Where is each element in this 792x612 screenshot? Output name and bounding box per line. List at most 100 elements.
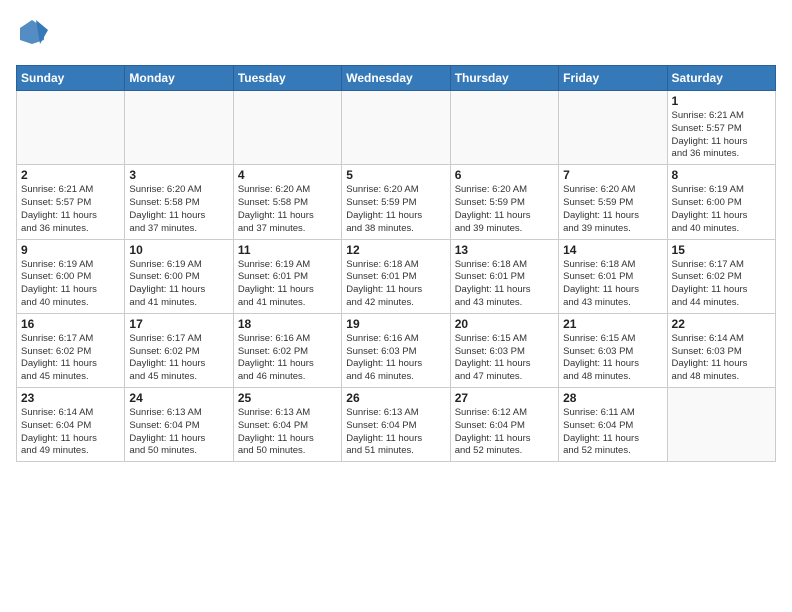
calendar-cell: 27 Sunrise: 6:12 AM Sunset: 6:04 PM Dayli… bbox=[450, 388, 558, 462]
calendar-header-friday: Friday bbox=[559, 66, 667, 91]
logo-icon bbox=[16, 16, 48, 53]
day-number: 27 bbox=[455, 391, 554, 405]
day-number: 19 bbox=[346, 317, 445, 331]
calendar-cell bbox=[125, 91, 233, 165]
day-number: 6 bbox=[455, 168, 554, 182]
day-number: 24 bbox=[129, 391, 228, 405]
calendar-header-tuesday: Tuesday bbox=[233, 66, 341, 91]
day-number: 11 bbox=[238, 243, 337, 257]
day-number: 17 bbox=[129, 317, 228, 331]
day-info: Sunrise: 6:19 AM Sunset: 6:00 PM Dayligh… bbox=[21, 259, 120, 310]
calendar-header-thursday: Thursday bbox=[450, 66, 558, 91]
calendar-cell: 10 Sunrise: 6:19 AM Sunset: 6:00 PM Dayli… bbox=[125, 239, 233, 313]
day-number: 13 bbox=[455, 243, 554, 257]
calendar-cell: 24 Sunrise: 6:13 AM Sunset: 6:04 PM Dayli… bbox=[125, 388, 233, 462]
day-info: Sunrise: 6:17 AM Sunset: 6:02 PM Dayligh… bbox=[129, 333, 228, 384]
day-info: Sunrise: 6:17 AM Sunset: 6:02 PM Dayligh… bbox=[672, 259, 771, 310]
day-info: Sunrise: 6:13 AM Sunset: 6:04 PM Dayligh… bbox=[129, 407, 228, 458]
page-header bbox=[16, 16, 776, 53]
day-info: Sunrise: 6:20 AM Sunset: 5:59 PM Dayligh… bbox=[455, 184, 554, 235]
day-info: Sunrise: 6:19 AM Sunset: 6:01 PM Dayligh… bbox=[238, 259, 337, 310]
day-number: 5 bbox=[346, 168, 445, 182]
day-number: 26 bbox=[346, 391, 445, 405]
calendar-cell: 13 Sunrise: 6:18 AM Sunset: 6:01 PM Dayli… bbox=[450, 239, 558, 313]
calendar-cell: 8 Sunrise: 6:19 AM Sunset: 6:00 PM Daylig… bbox=[667, 165, 775, 239]
day-number: 25 bbox=[238, 391, 337, 405]
calendar-cell: 3 Sunrise: 6:20 AM Sunset: 5:58 PM Daylig… bbox=[125, 165, 233, 239]
day-info: Sunrise: 6:20 AM Sunset: 5:59 PM Dayligh… bbox=[346, 184, 445, 235]
day-number: 9 bbox=[21, 243, 120, 257]
calendar-cell: 2 Sunrise: 6:21 AM Sunset: 5:57 PM Daylig… bbox=[17, 165, 125, 239]
day-info: Sunrise: 6:13 AM Sunset: 6:04 PM Dayligh… bbox=[238, 407, 337, 458]
calendar-cell: 9 Sunrise: 6:19 AM Sunset: 6:00 PM Daylig… bbox=[17, 239, 125, 313]
day-info: Sunrise: 6:20 AM Sunset: 5:59 PM Dayligh… bbox=[563, 184, 662, 235]
day-number: 2 bbox=[21, 168, 120, 182]
day-info: Sunrise: 6:21 AM Sunset: 5:57 PM Dayligh… bbox=[21, 184, 120, 235]
calendar-cell: 17 Sunrise: 6:17 AM Sunset: 6:02 PM Dayli… bbox=[125, 313, 233, 387]
day-info: Sunrise: 6:19 AM Sunset: 6:00 PM Dayligh… bbox=[672, 184, 771, 235]
day-number: 23 bbox=[21, 391, 120, 405]
calendar-table: SundayMondayTuesdayWednesdayThursdayFrid… bbox=[16, 65, 776, 462]
day-number: 8 bbox=[672, 168, 771, 182]
calendar-cell: 26 Sunrise: 6:13 AM Sunset: 6:04 PM Dayli… bbox=[342, 388, 450, 462]
day-number: 28 bbox=[563, 391, 662, 405]
day-info: Sunrise: 6:20 AM Sunset: 5:58 PM Dayligh… bbox=[129, 184, 228, 235]
calendar-cell: 15 Sunrise: 6:17 AM Sunset: 6:02 PM Dayli… bbox=[667, 239, 775, 313]
day-number: 10 bbox=[129, 243, 228, 257]
day-info: Sunrise: 6:16 AM Sunset: 6:03 PM Dayligh… bbox=[346, 333, 445, 384]
calendar-cell: 7 Sunrise: 6:20 AM Sunset: 5:59 PM Daylig… bbox=[559, 165, 667, 239]
calendar-cell: 18Sunrise: 6:16 AM Sunset: 6:02 PM Dayli… bbox=[233, 313, 341, 387]
calendar-cell: 6 Sunrise: 6:20 AM Sunset: 5:59 PM Daylig… bbox=[450, 165, 558, 239]
day-info: Sunrise: 6:11 AM Sunset: 6:04 PM Dayligh… bbox=[563, 407, 662, 458]
calendar-cell: 16 Sunrise: 6:17 AM Sunset: 6:02 PM Dayli… bbox=[17, 313, 125, 387]
calendar-header-sunday: Sunday bbox=[17, 66, 125, 91]
day-info: Sunrise: 6:18 AM Sunset: 6:01 PM Dayligh… bbox=[455, 259, 554, 310]
calendar-cell: 25 Sunrise: 6:13 AM Sunset: 6:04 PM Dayli… bbox=[233, 388, 341, 462]
day-info: Sunrise: 6:18 AM Sunset: 6:01 PM Dayligh… bbox=[346, 259, 445, 310]
calendar-cell: 12 Sunrise: 6:18 AM Sunset: 6:01 PM Dayli… bbox=[342, 239, 450, 313]
calendar-week-row: 1 Sunrise: 6:21 AM Sunset: 5:57 PM Daylig… bbox=[17, 91, 776, 165]
calendar-cell: 19 Sunrise: 6:16 AM Sunset: 6:03 PM Dayli… bbox=[342, 313, 450, 387]
day-number: 1 bbox=[672, 94, 771, 108]
day-info: Sunrise: 6:15 AM Sunset: 6:03 PM Dayligh… bbox=[563, 333, 662, 384]
day-number: 4 bbox=[238, 168, 337, 182]
day-info: Sunrise: 6:12 AM Sunset: 6:04 PM Dayligh… bbox=[455, 407, 554, 458]
calendar-week-row: 23 Sunrise: 6:14 AM Sunset: 6:04 PM Dayli… bbox=[17, 388, 776, 462]
calendar-cell: 20Sunrise: 6:15 AM Sunset: 6:03 PM Dayli… bbox=[450, 313, 558, 387]
day-number: 15 bbox=[672, 243, 771, 257]
day-info: Sunrise: 6:17 AM Sunset: 6:02 PM Dayligh… bbox=[21, 333, 120, 384]
calendar-cell bbox=[667, 388, 775, 462]
day-number: 12 bbox=[346, 243, 445, 257]
logo bbox=[16, 16, 50, 53]
day-info: Sunrise: 6:18 AM Sunset: 6:01 PM Dayligh… bbox=[563, 259, 662, 310]
calendar-header-monday: Monday bbox=[125, 66, 233, 91]
calendar-header-row: SundayMondayTuesdayWednesdayThursdayFrid… bbox=[17, 66, 776, 91]
calendar-cell: 23 Sunrise: 6:14 AM Sunset: 6:04 PM Dayli… bbox=[17, 388, 125, 462]
calendar-cell bbox=[559, 91, 667, 165]
day-info: Sunrise: 6:15 AM Sunset: 6:03 PM Dayligh… bbox=[455, 333, 554, 384]
calendar-header-wednesday: Wednesday bbox=[342, 66, 450, 91]
calendar-cell: 22Sunrise: 6:14 AM Sunset: 6:03 PM Dayli… bbox=[667, 313, 775, 387]
calendar-week-row: 16 Sunrise: 6:17 AM Sunset: 6:02 PM Dayli… bbox=[17, 313, 776, 387]
calendar-cell bbox=[450, 91, 558, 165]
calendar-header-saturday: Saturday bbox=[667, 66, 775, 91]
day-number: 7 bbox=[563, 168, 662, 182]
day-info: Sunrise: 6:20 AM Sunset: 5:58 PM Dayligh… bbox=[238, 184, 337, 235]
calendar-week-row: 2 Sunrise: 6:21 AM Sunset: 5:57 PM Daylig… bbox=[17, 165, 776, 239]
day-info: Sunrise: 6:13 AM Sunset: 6:04 PM Dayligh… bbox=[346, 407, 445, 458]
calendar-cell: 21Sunrise: 6:15 AM Sunset: 6:03 PM Dayli… bbox=[559, 313, 667, 387]
calendar-cell: 4 Sunrise: 6:20 AM Sunset: 5:58 PM Daylig… bbox=[233, 165, 341, 239]
calendar-cell: 1 Sunrise: 6:21 AM Sunset: 5:57 PM Daylig… bbox=[667, 91, 775, 165]
day-number: 3 bbox=[129, 168, 228, 182]
day-number: 14 bbox=[563, 243, 662, 257]
day-number: 16 bbox=[21, 317, 120, 331]
calendar-cell: 5 Sunrise: 6:20 AM Sunset: 5:59 PM Daylig… bbox=[342, 165, 450, 239]
day-info: Sunrise: 6:19 AM Sunset: 6:00 PM Dayligh… bbox=[129, 259, 228, 310]
calendar-cell bbox=[17, 91, 125, 165]
calendar-cell: 11 Sunrise: 6:19 AM Sunset: 6:01 PM Dayli… bbox=[233, 239, 341, 313]
day-info: Sunrise: 6:21 AM Sunset: 5:57 PM Dayligh… bbox=[672, 110, 771, 161]
day-number: 18 bbox=[238, 317, 337, 331]
day-info: Sunrise: 6:14 AM Sunset: 6:04 PM Dayligh… bbox=[21, 407, 120, 458]
calendar-cell: 28 Sunrise: 6:11 AM Sunset: 6:04 PM Dayli… bbox=[559, 388, 667, 462]
calendar-cell bbox=[342, 91, 450, 165]
